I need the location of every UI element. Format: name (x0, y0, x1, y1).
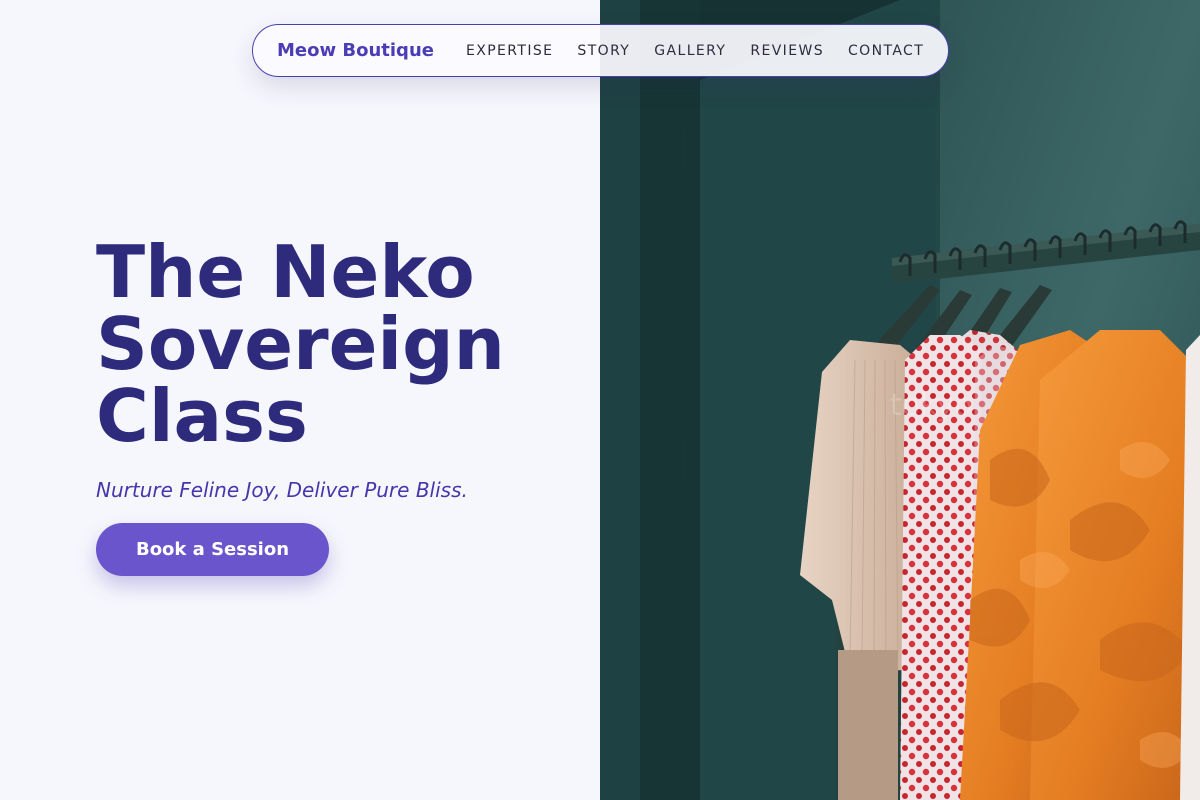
nav-link-reviews[interactable]: REVIEWS (750, 43, 824, 59)
top-navbar: Meow Boutique EXPERTISE STORY GALLERY RE… (252, 24, 949, 77)
book-session-button[interactable]: Book a Session (96, 523, 329, 576)
hero-subtitle: Nurture Feline Joy, Deliver Pure Bliss. (96, 478, 468, 502)
hero-title-line: The Neko (96, 230, 475, 314)
image-watermark: tokyo (890, 388, 973, 423)
nav-link-gallery[interactable]: GALLERY (654, 43, 726, 59)
hero-photo: tokyo (600, 0, 1200, 800)
brand-logo[interactable]: Meow Boutique (277, 40, 434, 61)
hero-title: The Neko Sovereign Class (96, 236, 576, 452)
hero-title-line: Sovereign (96, 302, 505, 386)
clothing-rack-image: tokyo (600, 0, 1200, 800)
nav-link-expertise[interactable]: EXPERTISE (466, 43, 553, 59)
nav-link-story[interactable]: STORY (577, 43, 630, 59)
hero-title-line: Class (96, 374, 308, 458)
nav-link-contact[interactable]: CONTACT (848, 43, 924, 59)
